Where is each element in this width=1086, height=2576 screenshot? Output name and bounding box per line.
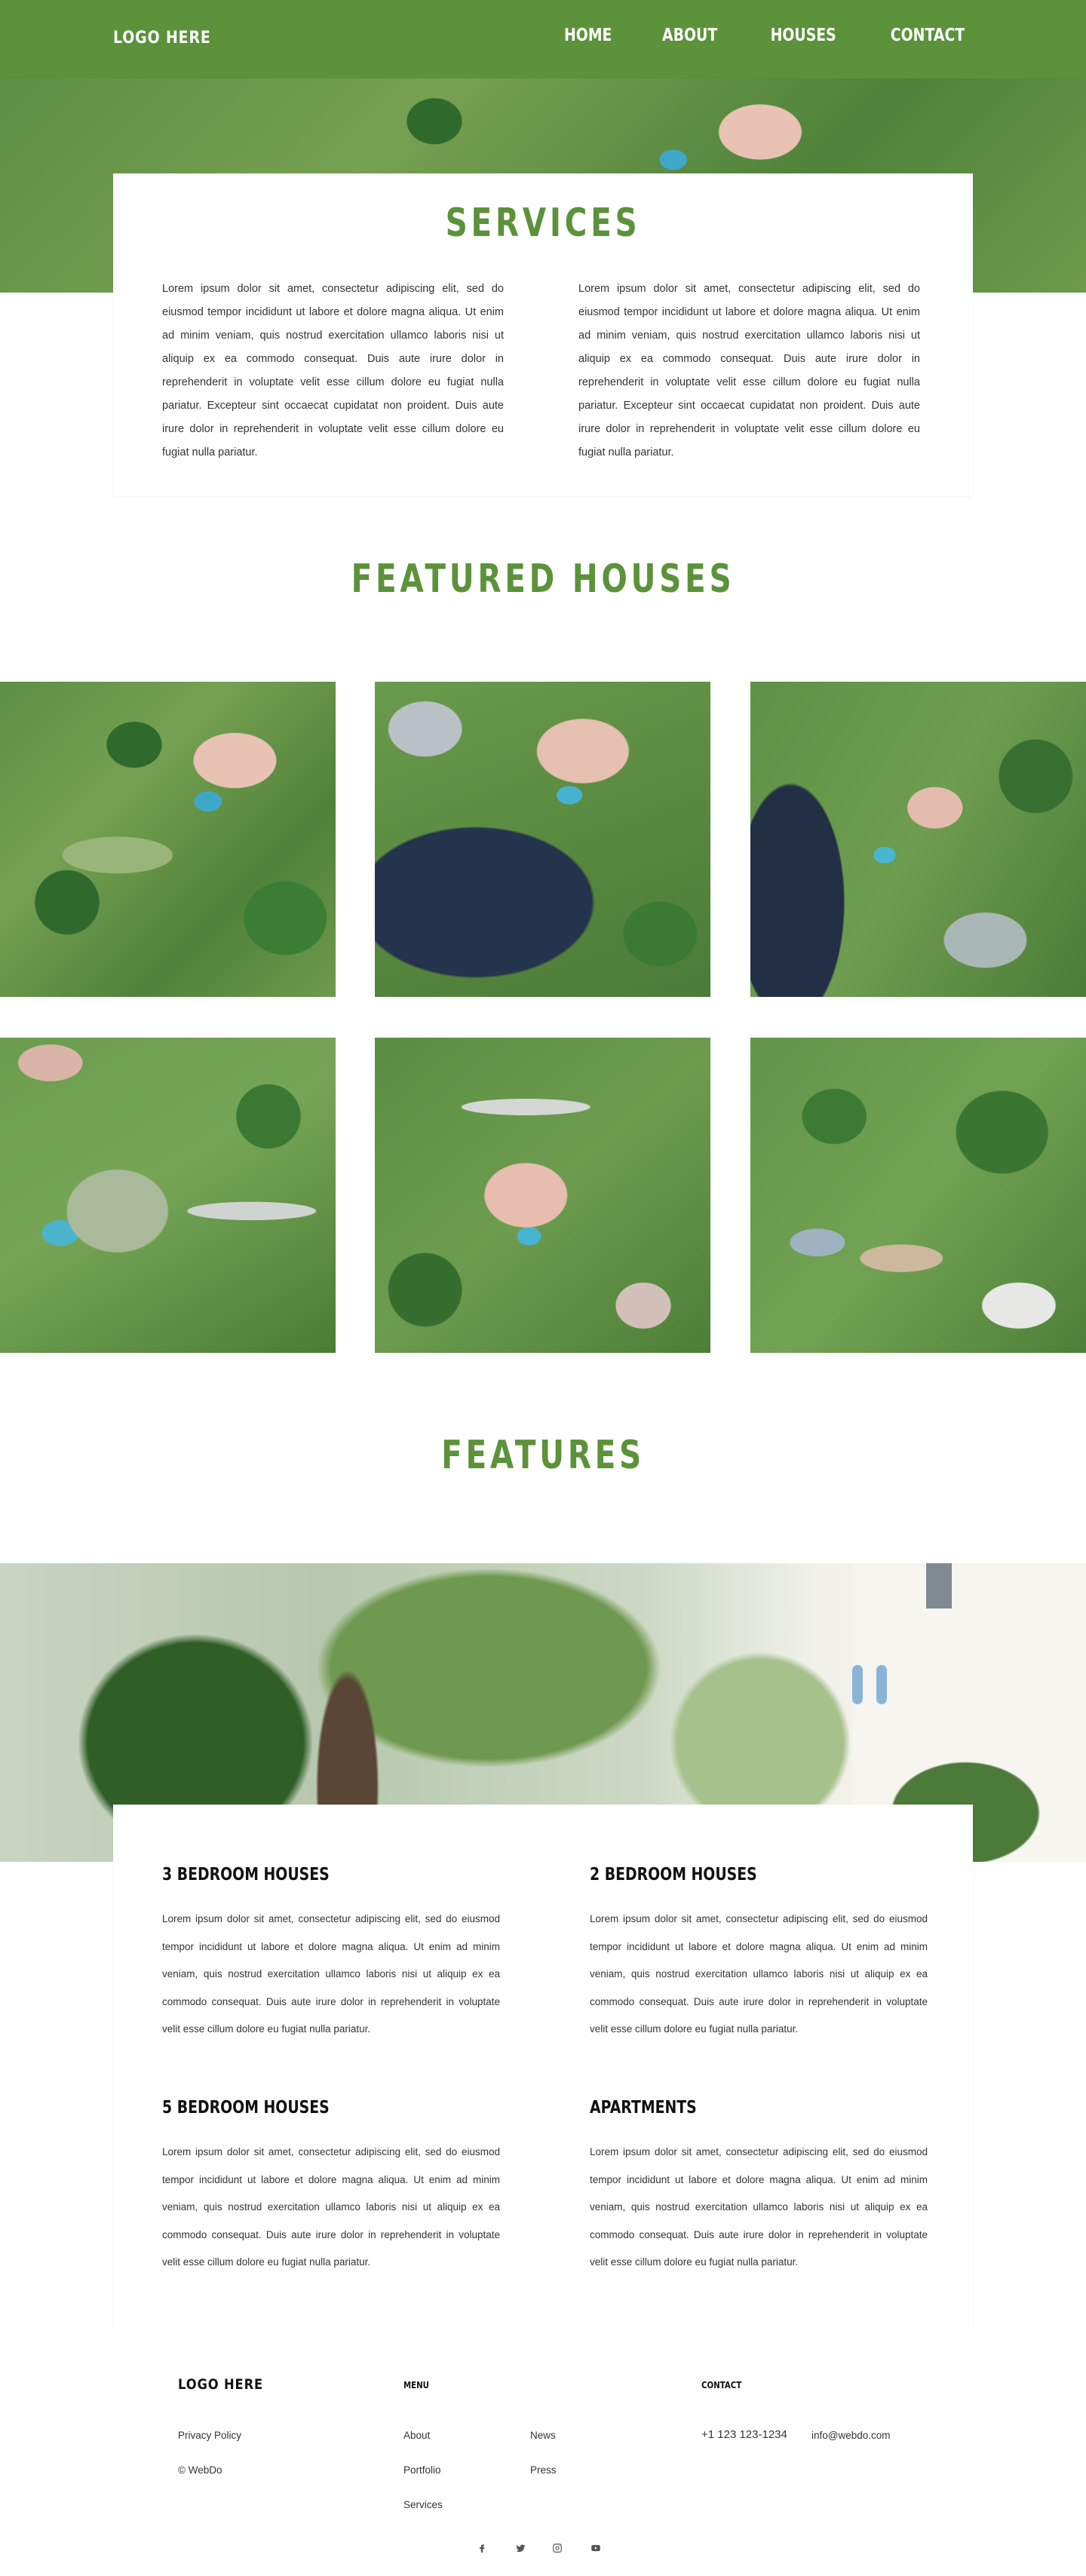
main-nav: HOME ABOUT HOUSES CONTACT <box>559 26 973 45</box>
feature-heading: 2 BEDROOM HOUSES <box>590 1865 757 1884</box>
feature-text: Lorem ipsum dolor sit amet, consectetur … <box>590 2146 928 2268</box>
site-footer: LOGO HERE Privacy Policy © WebDo MENU Ab… <box>0 2330 1086 2576</box>
banner-window <box>926 1563 952 1608</box>
services-text-left: Lorem ipsum dolor sit amet, consectetur … <box>162 283 504 458</box>
site-header: LOGO HERE HOME ABOUT HOUSES CONTACT <box>0 0 1086 78</box>
facebook-icon[interactable] <box>472 2538 492 2558</box>
featured-house-image-2[interactable] <box>375 682 710 997</box>
site-logo[interactable]: LOGO HERE <box>113 29 211 48</box>
nav-about[interactable]: ABOUT <box>663 26 718 45</box>
twitter-icon[interactable] <box>511 2538 530 2558</box>
feature-item: APARTMENTS Lorem ipsum dolor sit amet, c… <box>590 2098 928 2277</box>
services-section: SERVICES Lorem ipsum dolor sit amet, con… <box>113 173 973 496</box>
footer-menu-heading: MENU <box>403 2380 429 2390</box>
feature-item: 2 BEDROOM HOUSES Lorem ipsum dolor sit a… <box>590 1865 928 2044</box>
featured-houses-title: FEATURED HOUSES <box>351 557 735 602</box>
nav-home[interactable]: HOME <box>564 26 612 45</box>
footer-logo[interactable]: LOGO HERE <box>178 2376 263 2393</box>
feature-item: 5 BEDROOM HOUSES Lorem ipsum dolor sit a… <box>162 2098 500 2277</box>
featured-house-image-5[interactable] <box>375 1038 710 1353</box>
featured-house-image-3[interactable] <box>750 682 1086 997</box>
featured-house-image-6[interactable] <box>750 1038 1086 1353</box>
feature-heading: APARTMENTS <box>590 2098 697 2118</box>
footer-phone[interactable]: +1 123 123-1234 <box>701 2428 787 2441</box>
nav-contact[interactable]: CONTACT <box>891 26 965 45</box>
footer-link-portfolio[interactable]: Portfolio <box>403 2464 441 2476</box>
footer-email[interactable]: info@webdo.com <box>811 2430 891 2441</box>
feature-heading: 5 BEDROOM HOUSES <box>162 2098 330 2118</box>
feature-text: Lorem ipsum dolor sit amet, consectetur … <box>590 1913 928 2035</box>
copyright-text: © WebDo <box>178 2464 222 2476</box>
feature-item: 3 BEDROOM HOUSES Lorem ipsum dolor sit a… <box>162 1865 500 2044</box>
footer-link-news[interactable]: News <box>530 2430 556 2441</box>
feature-text: Lorem ipsum dolor sit amet, consectetur … <box>162 2146 500 2268</box>
instagram-icon[interactable] <box>548 2538 567 2558</box>
features-section: 3 BEDROOM HOUSES Lorem ipsum dolor sit a… <box>113 1805 973 2330</box>
services-title: SERVICES <box>445 201 641 246</box>
footer-contact-heading: CONTACT <box>701 2380 742 2390</box>
services-text-right: Lorem ipsum dolor sit amet, consectetur … <box>578 283 920 458</box>
footer-link-press[interactable]: Press <box>530 2464 557 2476</box>
featured-house-image-4[interactable] <box>0 1038 336 1353</box>
youtube-icon[interactable] <box>586 2538 606 2558</box>
nav-houses[interactable]: HOUSES <box>770 26 836 45</box>
footer-link-services[interactable]: Services <box>403 2499 443 2510</box>
features-title: FEATURES <box>441 1433 645 1478</box>
feature-text: Lorem ipsum dolor sit amet, consectetur … <box>162 1913 500 2035</box>
privacy-policy-link[interactable]: Privacy Policy <box>178 2430 241 2441</box>
footer-link-about[interactable]: About <box>403 2430 430 2441</box>
feature-heading: 3 BEDROOM HOUSES <box>162 1865 330 1884</box>
featured-house-image-1[interactable] <box>0 682 336 997</box>
